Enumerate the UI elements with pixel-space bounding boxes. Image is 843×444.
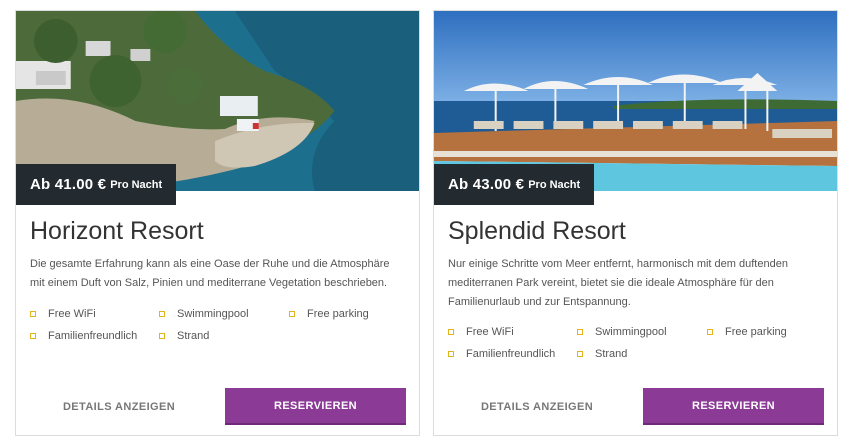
feature-list: Free WiFi Swimmingpool Free parking Fami… (30, 305, 419, 344)
feature-list: Free WiFi Swimmingpool Free parking Fami… (448, 323, 837, 362)
price-badge: Ab 43.00 € Pro Nacht (434, 164, 595, 205)
square-bullet-icon (707, 328, 713, 335)
square-bullet-icon (30, 332, 36, 339)
feature-item: Free parking (707, 323, 837, 340)
hotel-title[interactable]: Splendid Resort (448, 217, 626, 246)
feature-item: Strand (159, 327, 289, 344)
price-amount: Ab 41.00 € (30, 176, 107, 193)
square-bullet-icon (30, 310, 36, 317)
feature-item: Free WiFi (448, 323, 577, 340)
hotel-description: Die gesamte Erfahrung kann als eine Oase… (30, 258, 390, 289)
feature-item: Free WiFi (30, 305, 159, 322)
feature-item: Free parking (289, 305, 419, 322)
hotel-description: Nur einige Schritte vom Meer entfernt, h… (448, 258, 788, 308)
square-bullet-icon (289, 310, 295, 317)
details-button[interactable]: DETAILS ANZEIGEN (448, 390, 626, 424)
square-bullet-icon (159, 310, 165, 317)
feature-item: Swimmingpool (577, 323, 707, 340)
square-bullet-icon (577, 350, 583, 357)
feature-item: Strand (577, 345, 707, 362)
reserve-button[interactable]: RESERVIEREN (225, 388, 406, 423)
details-button[interactable]: DETAILS ANZEIGEN (30, 390, 208, 424)
hotel-card-horizont: Ab 41.00 € Pro Nacht Horizont Resort Die… (15, 10, 420, 436)
square-bullet-icon (448, 350, 454, 357)
square-bullet-icon (159, 332, 165, 339)
square-bullet-icon (577, 328, 583, 335)
hotel-card-splendid: Ab 43.00 € Pro Nacht Splendid Resort Nur… (433, 10, 838, 436)
price-amount: Ab 43.00 € (448, 176, 525, 193)
price-unit: Pro Nacht (528, 178, 581, 191)
feature-item: Familienfreundlich (448, 345, 577, 362)
feature-item: Familienfreundlich (30, 327, 159, 344)
reserve-button[interactable]: RESERVIEREN (643, 388, 824, 423)
square-bullet-icon (448, 328, 454, 335)
price-unit: Pro Nacht (110, 178, 163, 191)
feature-item: Swimmingpool (159, 305, 289, 322)
hotel-title[interactable]: Horizont Resort (30, 217, 204, 246)
price-badge: Ab 41.00 € Pro Nacht (16, 164, 177, 205)
